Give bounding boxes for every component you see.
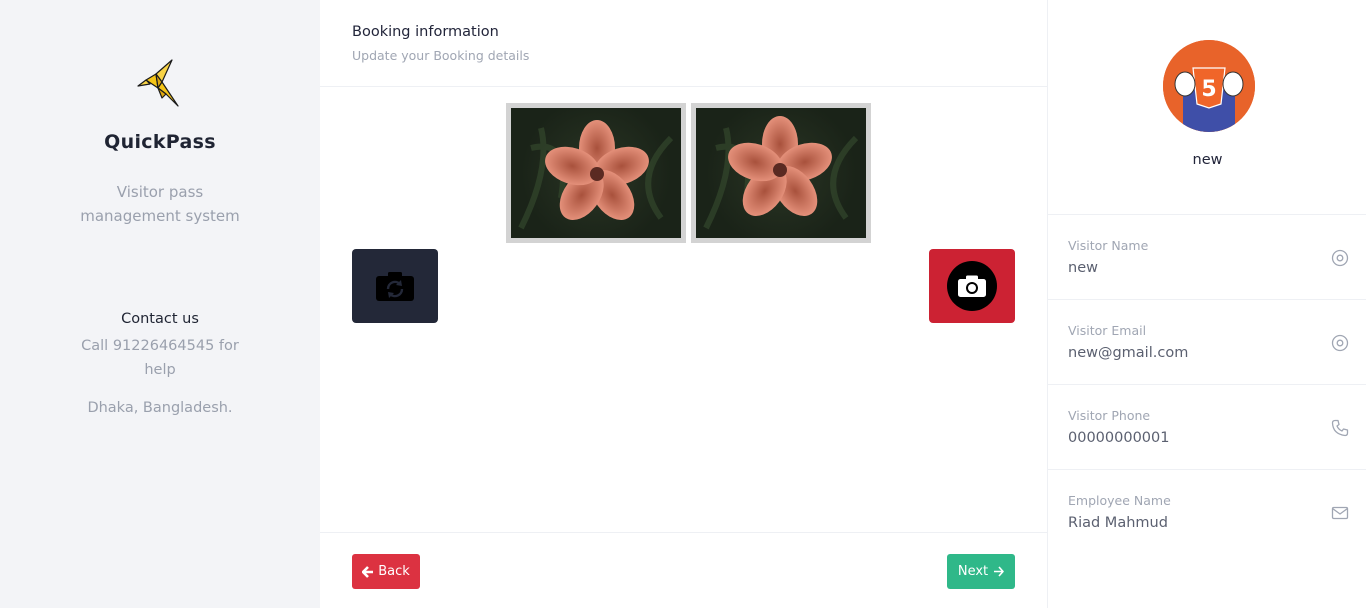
tagline: Visitor pass management system [80,183,240,225]
phone-icon [1331,419,1349,437]
info-value: new [1068,260,1098,276]
main-header: Booking information Update your Booking … [320,0,1047,87]
camera-switch-icon [376,272,414,301]
svg-text:5: 5 [1201,77,1216,102]
arrow-right-icon [994,566,1004,577]
profile-name: new [1192,152,1223,168]
address: Dhaka, Bangladesh. [87,400,233,416]
profile-panel: 5 new Visitor Name new Visitor Email new… [1047,0,1366,608]
switch-camera-button[interactable] [352,249,438,323]
back-button[interactable]: Back [352,554,420,589]
info-label: Visitor Email [1068,323,1147,338]
origami-bird-logo-icon [137,59,179,107]
mail-icon [1331,506,1349,520]
info-row-visitor-email: Visitor Email new@gmail.com [1048,299,1366,384]
info-row-employee-name: Employee Name Riad Mahmud [1048,469,1366,554]
info-value: 00000000001 [1068,430,1170,446]
target-icon [1331,334,1349,352]
captured-photo [691,103,871,243]
main-footer: Back Next [320,532,1047,608]
info-value: Riad Mahmud [1068,515,1168,531]
flower-image [703,116,859,230]
info-label: Visitor Phone [1068,408,1151,423]
page-title: Booking information [352,24,499,40]
next-button[interactable]: Next [947,554,1015,589]
info-label: Employee Name [1068,493,1171,508]
back-button-label: Back [378,564,410,579]
next-button-label: Next [957,564,989,579]
info-label: Visitor Name [1068,238,1149,253]
info-value: new@gmail.com [1068,345,1189,361]
info-row-visitor-phone: Visitor Phone 00000000001 [1048,384,1366,469]
main-panel: Booking information Update your Booking … [320,0,1047,608]
page-subtitle: Update your Booking details [352,48,530,63]
contact-title: Contact us [121,311,199,327]
contact-text: Call 91226464545 for help [81,338,239,378]
info-row-visitor-name: Visitor Name new [1048,214,1366,299]
camera-icon [958,275,986,297]
sidebar: QuickPass Visitor pass management system… [0,0,320,608]
camera-preview [506,103,686,243]
flower-image [518,120,674,230]
html5-mascot-icon: 5 [1163,40,1255,132]
arrow-left-icon [362,565,374,578]
brand-name: QuickPass [104,131,216,153]
avatar: 5 [1163,40,1255,132]
capture-photo-button[interactable] [929,249,1015,323]
target-icon [1331,249,1349,267]
